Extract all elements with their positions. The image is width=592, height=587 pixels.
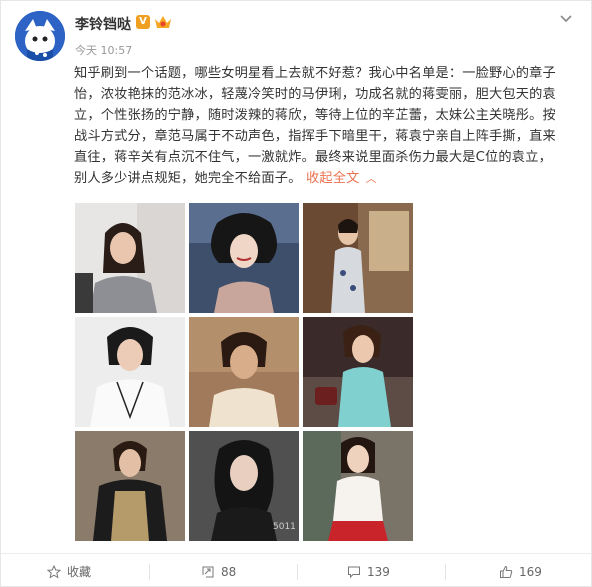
comment-button[interactable]: 139 <box>347 554 390 587</box>
divider <box>297 564 298 580</box>
photo-7[interactable] <box>75 431 185 541</box>
like-button[interactable]: 169 <box>499 554 542 587</box>
photo-grid: 5011 <box>75 203 413 541</box>
divider <box>149 564 150 580</box>
avatar-icon[interactable] <box>15 11 65 61</box>
photo-4[interactable] <box>75 317 185 427</box>
svg-text:5011: 5011 <box>273 522 296 532</box>
photo-8[interactable]: 5011 <box>189 431 299 541</box>
verified-badge-icon: V <box>136 15 150 29</box>
chevron-down-icon[interactable] <box>559 11 573 25</box>
post-timestamp[interactable]: 今天 10:57 <box>75 42 132 58</box>
repost-count: 88 <box>221 564 237 579</box>
collapse-link[interactable]: 收起全文 ︿ <box>306 171 377 186</box>
photo-5[interactable] <box>189 317 299 427</box>
repost-button[interactable]: 88 <box>201 554 236 587</box>
favorite-label: 收藏 <box>67 565 92 579</box>
crown-badge-icon <box>153 14 173 30</box>
post-body-text: 知乎刷到一个话题，哪些女明星看上去就不好惹？我心中名单是：一脸野心的章子怡，浓妆… <box>74 66 556 186</box>
weibo-post-card: 李铃铛哒 V 今天 10:57 知乎刷到一个话题，哪些女明星看上去就不好惹？我心… <box>0 0 592 587</box>
star-icon <box>47 564 61 579</box>
photo-3[interactable] <box>303 203 413 313</box>
like-count: 169 <box>519 564 542 579</box>
chevron-up-icon: ︿ <box>365 172 377 185</box>
username[interactable]: 李铃铛哒 <box>75 14 131 34</box>
thumbs-up-icon <box>500 565 513 578</box>
comment-count: 139 <box>367 564 390 579</box>
comment-icon <box>348 566 360 578</box>
divider <box>445 564 446 580</box>
photo-2[interactable] <box>189 203 299 313</box>
action-bar: 收藏 88 139 169 <box>1 553 592 587</box>
photo-6[interactable] <box>303 317 413 427</box>
post-body: 知乎刷到一个话题，哪些女明星看上去就不好惹？我心中名单是：一脸野心的章子怡，浓妆… <box>74 63 564 189</box>
repost-icon <box>202 566 214 577</box>
photo-9[interactable] <box>303 431 413 541</box>
favorite-button[interactable]: 收藏 <box>47 554 91 587</box>
photo-1[interactable] <box>75 203 185 313</box>
